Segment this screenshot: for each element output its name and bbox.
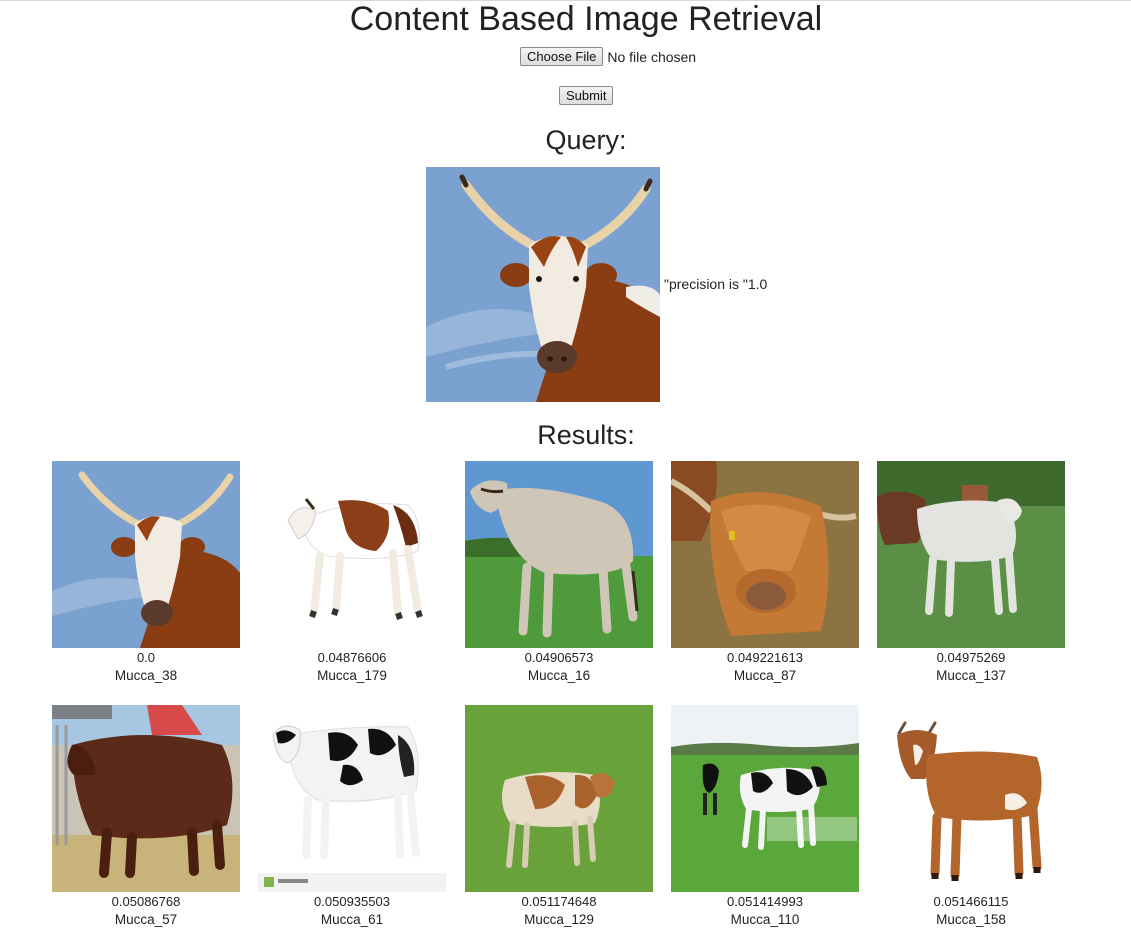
result-name: Mucca_57 [114, 912, 178, 927]
result-name: Mucca_129 [524, 912, 594, 927]
result-item[interactable]: 0.04876606 Mucca_179 [258, 461, 446, 684]
result-name: Mucca_87 [733, 668, 797, 683]
result-item[interactable]: 0.051466115 Mucca_158 [877, 705, 1065, 928]
file-status-text: No file chosen [607, 48, 697, 65]
page: Content Based Image Retrieval Choose Fil… [0, 0, 1131, 937]
precision-text: "precision is "1.0 [664, 276, 768, 292]
result-name: Mucca_137 [936, 668, 1006, 683]
submit-wrap: Submit [559, 86, 614, 105]
result-score: 0.049221613 [727, 650, 803, 665]
result-item[interactable]: 0.049221613 Mucca_87 [671, 461, 859, 684]
result-item[interactable]: 0.051174648 Mucca_129 [465, 705, 653, 928]
result-name: Mucca_179 [317, 668, 387, 683]
result-image[interactable] [671, 461, 859, 648]
result-score: 0.0 [136, 650, 156, 665]
page-title: Content Based Image Retrieval [349, 0, 823, 38]
result-image[interactable] [52, 461, 240, 648]
result-image[interactable] [52, 705, 240, 892]
result-name: Mucca_16 [527, 668, 591, 683]
result-item[interactable]: 0.04906573 Mucca_16 [465, 461, 653, 684]
query-image [426, 167, 660, 402]
result-image[interactable] [258, 705, 446, 892]
file-upload-row: Choose File No file chosen [520, 47, 696, 66]
results-heading: Results: [537, 420, 635, 450]
result-name: Mucca_158 [936, 912, 1006, 927]
result-score: 0.04975269 [936, 650, 1006, 665]
result-name: Mucca_110 [730, 912, 800, 927]
result-score: 0.051466115 [933, 894, 1009, 909]
result-score: 0.051414993 [727, 894, 803, 909]
result-score: 0.051174648 [521, 894, 597, 909]
result-score: 0.04876606 [317, 650, 387, 665]
result-image[interactable] [465, 705, 653, 892]
result-item[interactable]: 0.0 Mucca_38 [52, 461, 240, 684]
result-item[interactable]: 0.04975269 Mucca_137 [877, 461, 1065, 684]
result-item[interactable]: 0.05086768 Mucca_57 [52, 705, 240, 928]
result-name: Mucca_61 [320, 912, 384, 927]
result-image[interactable] [258, 461, 446, 648]
result-image[interactable] [465, 461, 653, 648]
result-image[interactable] [877, 461, 1065, 648]
result-image[interactable] [877, 705, 1065, 892]
result-score: 0.050935503 [314, 894, 390, 909]
result-item[interactable]: 0.050935503 Mucca_61 [258, 705, 446, 928]
query-heading: Query: [545, 125, 627, 155]
result-image[interactable] [671, 705, 859, 892]
result-score: 0.04906573 [524, 650, 594, 665]
choose-file-button[interactable]: Choose File [520, 47, 604, 66]
submit-button[interactable]: Submit [559, 86, 614, 105]
result-item[interactable]: 0.051414993 Mucca_110 [671, 705, 859, 928]
result-score: 0.05086768 [111, 894, 181, 909]
result-name: Mucca_38 [114, 668, 178, 683]
